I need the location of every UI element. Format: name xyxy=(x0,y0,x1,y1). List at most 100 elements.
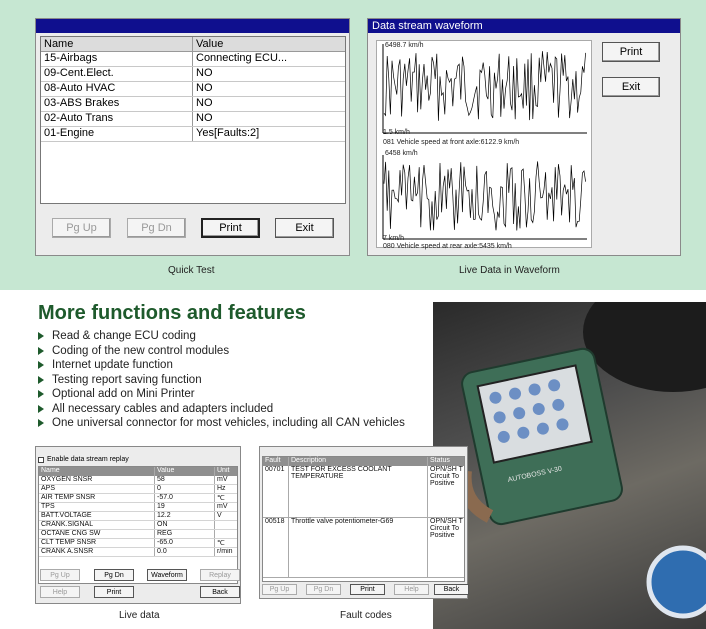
sensor-unit: V xyxy=(217,512,222,519)
waveform-print-button[interactable]: Print xyxy=(602,42,660,62)
fault-code: 00701 xyxy=(263,466,289,517)
bullet-icon xyxy=(38,346,44,355)
features-heading: More functions and features xyxy=(38,302,306,324)
column-header-name: Name xyxy=(39,467,155,476)
module-value: Yes[Faults:2] xyxy=(196,127,260,139)
module-name: 09-Cent.Elect. xyxy=(41,67,193,81)
front-axle-speed-line xyxy=(383,51,586,121)
chart1-info-label: 081 Vehicle speed at front axle:6122.9 k… xyxy=(383,139,520,146)
sensor-unit xyxy=(215,530,237,538)
exit-button[interactable]: Exit xyxy=(275,218,334,238)
sensor-unit xyxy=(215,521,237,529)
sensor-name: CRANK.SIGNAL xyxy=(39,521,155,529)
column-header-description: Description xyxy=(289,457,428,466)
waveform-button[interactable]: Waveform xyxy=(147,569,187,581)
sensor-value: 0.0 xyxy=(155,548,215,556)
table-header: Fault Description Status xyxy=(263,457,464,466)
module-value: NO xyxy=(196,112,213,124)
list-item: Read & change ECU coding xyxy=(38,329,405,344)
column-header-status: Status xyxy=(430,457,450,464)
table-row[interactable]: 15-Airbags Connecting ECU... xyxy=(41,52,345,67)
sensor-unit: mV xyxy=(217,476,228,483)
sensor-unit: ℃ xyxy=(217,540,225,547)
chart1-max-label: 6498.7 km/h xyxy=(385,42,424,49)
chart2-min-label: 7 km/h xyxy=(383,235,405,242)
chart1-min-label: 1.5 km/h xyxy=(383,129,410,136)
quick-test-caption: Quick Test xyxy=(168,265,215,276)
table-row[interactable]: BATT.VOLTAGE 12.2 V xyxy=(39,512,237,521)
table-row[interactable]: 00518 Throttle valve potentiometer-G69 O… xyxy=(263,518,464,578)
column-header-fault: Fault xyxy=(263,457,289,466)
waveform-title-bar: Data stream waveform xyxy=(368,19,680,33)
table-row[interactable]: CRANK A.SNSR 0.0 r/min xyxy=(39,548,237,557)
module-name: 08-Auto HVAC xyxy=(41,82,193,96)
list-item: Optional add on Mini Printer xyxy=(38,387,405,402)
sensor-value: 12.2 xyxy=(155,512,215,520)
table-row[interactable]: 08-Auto HVAC NO xyxy=(41,82,345,97)
sensor-value: 58 xyxy=(155,476,215,484)
table-row[interactable]: TPS 19 mV xyxy=(39,503,237,512)
page-up-button[interactable]: Pg Up xyxy=(40,569,80,581)
module-name: 02-Auto Trans xyxy=(41,112,193,126)
badge-icon xyxy=(646,545,706,619)
list-item: One universal connector for most vehicle… xyxy=(38,416,405,431)
table-row[interactable]: AIR TEMP SNSR -57.0 ℃ xyxy=(39,494,237,503)
table-row[interactable]: CLT TEMP SNSR -65.0 ℃ xyxy=(39,539,237,548)
column-header-name: Name xyxy=(41,37,193,51)
sensor-value: REG xyxy=(155,530,215,538)
chart2-max-label: 6458 km/h xyxy=(385,150,418,157)
live-data-table: Name Value Unit OXYGEN SNSR 58 mV APS 0 Hz A… xyxy=(38,466,238,584)
quick-test-table: Name Value 15-Airbags Connecting ECU... 0… xyxy=(40,36,346,204)
bullet-icon xyxy=(38,361,44,370)
table-row[interactable]: CRANK.SIGNAL ON xyxy=(39,521,237,530)
bullet-icon xyxy=(38,332,44,341)
fault-code: 00518 xyxy=(263,518,289,577)
waveform-exit-button[interactable]: Exit xyxy=(602,77,660,97)
module-value: NO xyxy=(196,97,213,109)
feature-text: All necessary cables and adapters includ… xyxy=(52,402,274,415)
replay-checkbox[interactable] xyxy=(38,456,44,463)
sensor-value: 19 xyxy=(155,503,215,511)
page-up-button[interactable]: Pg Up xyxy=(52,218,111,238)
back-button[interactable]: Back xyxy=(434,584,469,595)
replay-checkbox-row[interactable]: Enable data stream replay xyxy=(38,456,129,463)
fault-codes-caption: Fault codes xyxy=(340,610,392,621)
table-header: Name Value xyxy=(41,37,345,52)
steering-wheel-shape xyxy=(583,302,706,392)
print-button[interactable]: Print xyxy=(201,218,260,238)
table-row[interactable]: OXYGEN SNSR 58 mV xyxy=(39,476,237,485)
sensor-value: 0 xyxy=(155,485,215,493)
back-button[interactable]: Back xyxy=(200,586,240,598)
module-name: 01-Engine xyxy=(41,127,193,141)
table-row[interactable]: 02-Auto Trans NO xyxy=(41,112,345,127)
replay-button[interactable]: Replay xyxy=(200,569,240,581)
bullet-icon xyxy=(38,404,44,413)
page-up-button[interactable]: Pg Up xyxy=(262,584,297,595)
features-list: Read & change ECU coding Coding of the n… xyxy=(38,329,405,431)
help-button[interactable]: Help xyxy=(394,584,429,595)
table-row[interactable]: APS 0 Hz xyxy=(39,485,237,494)
page-down-button[interactable]: Pg Dn xyxy=(127,218,186,238)
page-down-button[interactable]: Pg Dn xyxy=(306,584,341,595)
help-button[interactable]: Help xyxy=(40,586,80,598)
table-row[interactable]: 01-Engine Yes[Faults:2] xyxy=(41,127,345,142)
table-row[interactable]: 09-Cent.Elect. NO xyxy=(41,67,345,82)
print-button[interactable]: Print xyxy=(94,586,134,598)
fault-codes-table: Fault Description Status 00701 TEST FOR … xyxy=(262,456,465,582)
print-button[interactable]: Print xyxy=(350,584,385,595)
fault-status: OPN/SH T Circuit To Positive xyxy=(430,466,463,487)
column-header-unit: Unit xyxy=(217,467,230,474)
page-down-button[interactable]: Pg Dn xyxy=(94,569,134,581)
sensor-value: -65.0 xyxy=(155,539,215,547)
table-row[interactable]: 00701 TEST FOR EXCESS COOLANT TEMPERATUR… xyxy=(263,466,464,518)
column-header-value: Value xyxy=(196,38,224,50)
sensor-name: AIR TEMP SNSR xyxy=(39,494,155,502)
replay-checkbox-label: Enable data stream replay xyxy=(47,456,129,463)
column-header-value: Value xyxy=(155,467,215,476)
table-row[interactable]: 03-ABS Brakes NO xyxy=(41,97,345,112)
quick-test-title-bar xyxy=(36,19,349,33)
sensor-name: CRANK A.SNSR xyxy=(39,548,155,556)
table-row[interactable]: OCTANE CNG SW REG xyxy=(39,530,237,539)
module-value: NO xyxy=(196,82,213,94)
waveform-caption: Live Data in Waveform xyxy=(459,265,560,276)
